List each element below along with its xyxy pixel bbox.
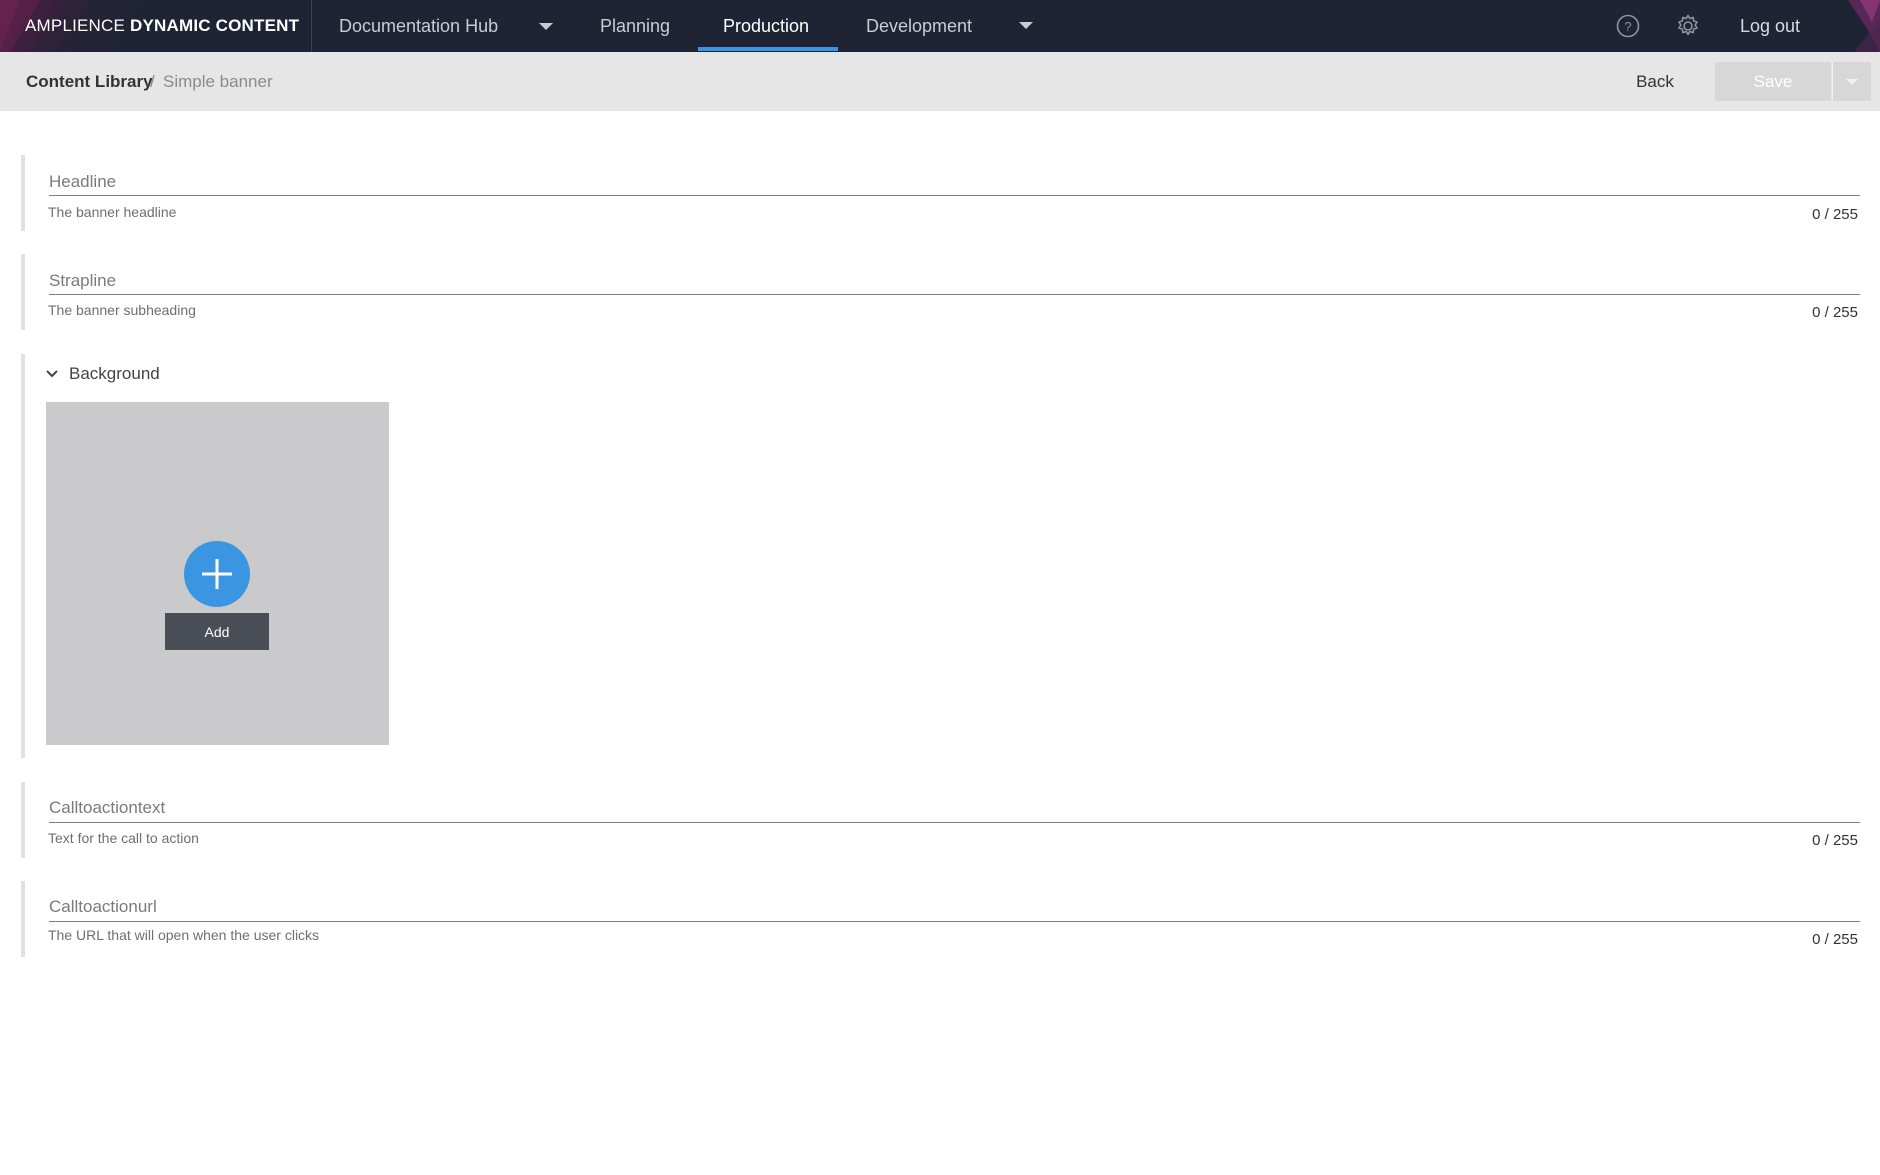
svg-text:?: ? [1624,19,1631,34]
add-media-label-button[interactable]: Add [165,613,269,650]
tab-planning[interactable]: Planning [600,0,670,52]
logout-link[interactable]: Log out [1740,0,1800,52]
brand-logo[interactable]: AMPLIENCE DYNAMIC CONTENT [0,0,312,52]
logout-label: Log out [1740,15,1801,36]
add-media-button[interactable] [184,541,250,607]
breadcrumb-current: Simple banner [163,72,273,91]
calltoactiontext-field: Calltoactiontext Text for the call to ac… [21,782,1860,858]
plus-icon [202,559,232,589]
corner-decoration [1848,0,1880,52]
strapline-input[interactable]: Strapline [49,271,116,291]
brand-name-light: AMPLIENCE [25,16,126,35]
hub-selector[interactable]: Documentation Hub [339,0,498,52]
back-button[interactable]: Back [1620,72,1690,92]
help-icon[interactable]: ? [1614,12,1642,40]
hub-dropdown-chevron-icon[interactable] [539,23,553,30]
background-toggle[interactable]: Background [45,364,160,384]
calltoactiontext-char-count: 0 / 255 [1812,832,1858,849]
calltoactiontext-underline [49,822,1860,823]
brand-name-bold: DYNAMIC CONTENT [130,16,300,35]
strapline-char-count: 0 / 255 [1812,304,1858,321]
gear-icon[interactable] [1674,12,1702,40]
hub-name: Documentation Hub [339,15,499,36]
development-dropdown-chevron-icon[interactable] [1019,22,1033,29]
background-title: Background [69,364,160,383]
strapline-underline [49,294,1860,295]
calltoactionurl-char-count: 0 / 255 [1812,931,1858,948]
active-tab-indicator [698,47,838,51]
headline-underline [49,195,1860,196]
breadcrumb-separator: / [150,72,155,91]
chevron-down-icon [1846,78,1858,85]
headline-input[interactable]: Headline [49,172,116,192]
calltoactionurl-underline [49,921,1860,922]
calltoactionurl-input[interactable]: Calltoactionurl [49,897,157,917]
tab-development-label: Development [866,15,973,36]
save-button-label: Save [1753,71,1793,91]
calltoactionurl-field: Calltoactionurl The URL that will open w… [21,881,1860,957]
tab-planning-label: Planning [600,15,671,36]
brand-name: AMPLIENCE DYNAMIC CONTENT [25,16,299,36]
headline-field: Headline The banner headline 0 / 255 [21,155,1860,231]
save-options-dropdown[interactable] [1832,62,1871,101]
chevron-down-icon [46,370,58,378]
breadcrumb-root[interactable]: Content Library [26,72,153,92]
tab-production-label: Production [723,15,810,36]
calltoactiontext-input[interactable]: Calltoactiontext [49,798,165,818]
strapline-help-text: The banner subheading [48,302,196,318]
content-toolbar: Content Library / Simple banner Back Sav… [0,52,1880,111]
top-nav-bar: AMPLIENCE DYNAMIC CONTENT Documentation … [0,0,1880,52]
add-media-label: Add [204,623,230,640]
tab-production[interactable]: Production [723,0,809,52]
tab-development[interactable]: Development [866,0,972,52]
calltoactiontext-help-text: Text for the call to action [48,830,199,846]
save-button[interactable]: Save [1715,62,1831,101]
strapline-field: Strapline The banner subheading 0 / 255 [21,254,1860,330]
calltoactionurl-help-text: The URL that will open when the user cli… [48,927,320,943]
headline-help-text: The banner headline [48,204,177,220]
media-placeholder: Add [46,402,389,745]
headline-char-count: 0 / 255 [1812,206,1858,223]
